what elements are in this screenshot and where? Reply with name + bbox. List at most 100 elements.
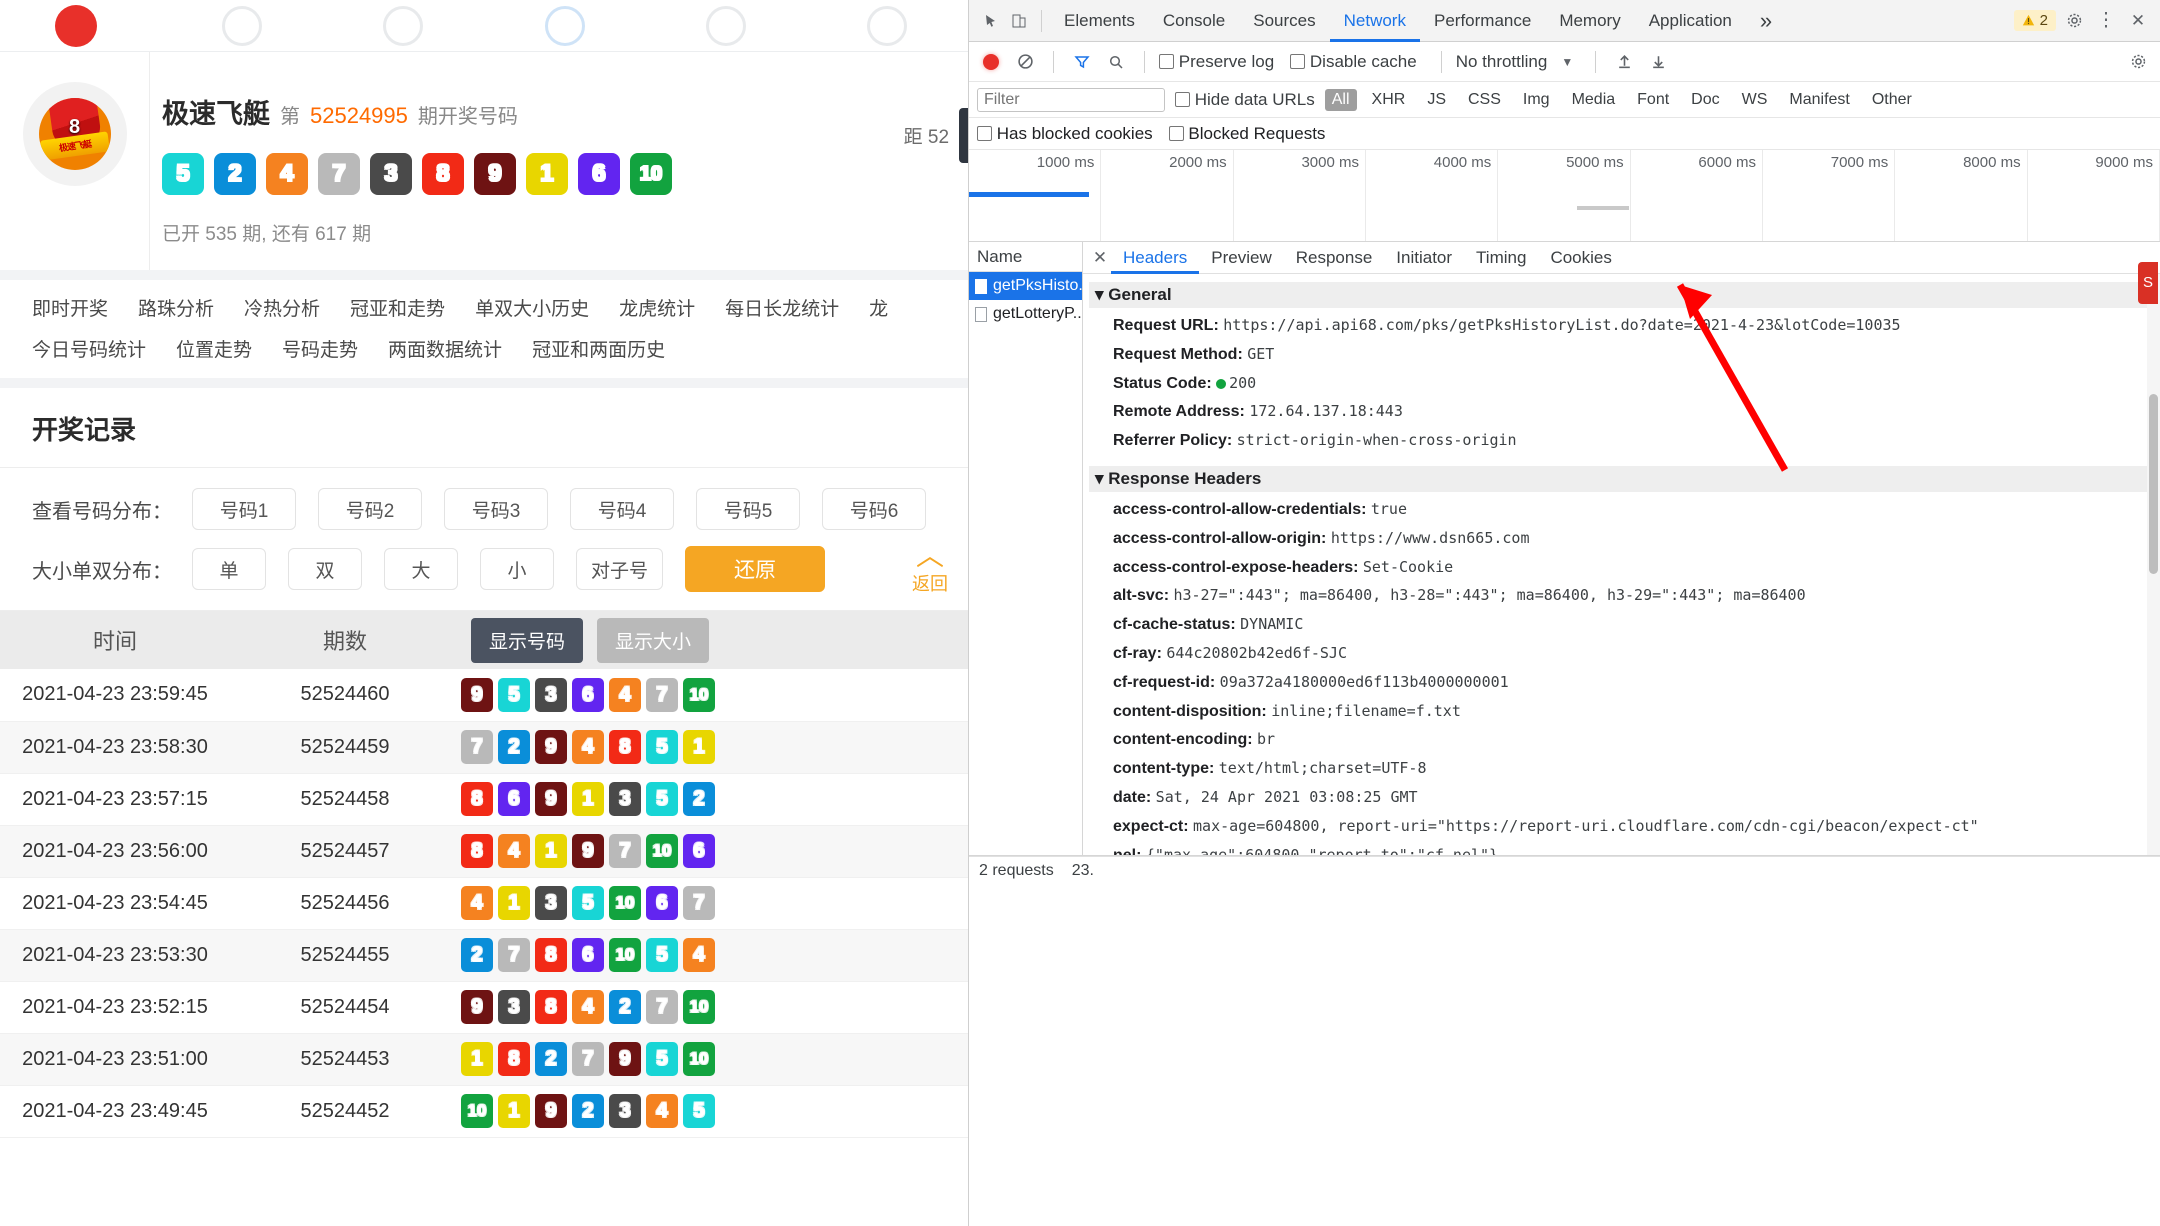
nav-item2-3[interactable]: 号码走势: [282, 335, 358, 362]
devtools-tab-console[interactable]: Console: [1149, 0, 1239, 42]
cell-time: 2021-04-23 23:51:00: [0, 1033, 230, 1086]
type-chip-all[interactable]: All: [1324, 88, 1357, 111]
response-header-item-10: content-type: text/html;charset=UTF-8: [1089, 755, 2160, 784]
countdown-value: 00: [959, 108, 968, 163]
timeline-tick-3: 3000 ms: [1234, 150, 1366, 241]
has-blocked-cookies-checkbox[interactable]: Has blocked cookies: [977, 124, 1153, 144]
type-chip-font[interactable]: Font: [1630, 89, 1676, 111]
gear-icon[interactable]: [2060, 7, 2088, 35]
detail-tab-cookies[interactable]: Cookies: [1538, 242, 1623, 274]
size-filter-5[interactable]: 对子号: [576, 548, 664, 590]
response-headers-group-title[interactable]: ▾ Response Headers: [1089, 465, 2160, 492]
lottery-header-main: 极速飞艇 第 52524995 期开奖号码 5 2 4 7 3 8 9 1 6 10 已开 535…: [150, 52, 968, 270]
restore-button[interactable]: 还原: [685, 546, 826, 592]
number-filter-3[interactable]: 号码3: [444, 488, 548, 530]
detail-tab-preview[interactable]: Preview: [1199, 242, 1283, 274]
number-filter-1[interactable]: 号码1: [192, 488, 296, 530]
nav-item-5[interactable]: 单双大小历史: [475, 294, 589, 321]
request-name: getPksHisto...: [993, 277, 1082, 294]
preserve-log-checkbox[interactable]: Preserve log: [1159, 52, 1274, 72]
chevron-down-icon[interactable]: ▼: [1553, 48, 1581, 76]
blocked-requests-checkbox[interactable]: Blocked Requests: [1168, 124, 1325, 144]
device-toolbar-icon[interactable]: [1005, 7, 1033, 35]
import-har-icon[interactable]: [1610, 48, 1638, 76]
row-balls: 9 3 8 4 2 7 10: [461, 990, 967, 1024]
number-filter-4[interactable]: 号码4: [570, 488, 674, 530]
devtools-tab-sources[interactable]: Sources: [1239, 0, 1329, 42]
type-chip-manifest[interactable]: Manifest: [1782, 89, 1856, 111]
detail-tab-timing[interactable]: Timing: [1464, 242, 1538, 274]
more-tabs-button[interactable]: »: [1746, 0, 1786, 42]
close-icon[interactable]: ✕: [2124, 7, 2152, 35]
header-value: inline;filename=f.txt: [1271, 701, 1461, 720]
type-chip-js[interactable]: JS: [1420, 89, 1453, 111]
filter-input[interactable]: [977, 87, 1165, 112]
detail-tab-initiator[interactable]: Initiator: [1384, 242, 1464, 274]
warning-badge[interactable]: 2: [2013, 10, 2056, 31]
detail-tab-headers[interactable]: Headers: [1111, 242, 1199, 274]
request-row-2[interactable]: getLotteryP...: [969, 300, 1082, 328]
show-size-button[interactable]: 显示大小: [597, 617, 710, 663]
type-chip-other[interactable]: Other: [1865, 89, 1919, 111]
row-ball-7: 10: [683, 990, 715, 1024]
filter-icon[interactable]: [1068, 48, 1096, 76]
type-chip-ws[interactable]: WS: [1735, 89, 1775, 111]
nav-item-7[interactable]: 每日长龙统计: [725, 294, 839, 321]
detail-tab-response[interactable]: Response: [1284, 242, 1385, 274]
detail-tabbar: ✕ Headers Preview Response Initiator Timing C…: [1083, 242, 2160, 274]
number-filter-5[interactable]: 号码5: [696, 488, 800, 530]
devtools-tab-elements[interactable]: Elements: [1050, 0, 1149, 42]
nav-item2-4[interactable]: 两面数据统计: [388, 335, 502, 362]
throttling-select[interactable]: No throttling: [1456, 52, 1548, 72]
header-key: cf-cache-status:: [1113, 616, 1241, 634]
type-chip-img[interactable]: Img: [1516, 89, 1557, 111]
headers-scrollbar-thumb[interactable]: [2149, 394, 2158, 574]
type-chip-css[interactable]: CSS: [1461, 89, 1508, 111]
record-icon[interactable]: [977, 48, 1005, 76]
number-filter-6[interactable]: 号码6: [822, 488, 926, 530]
type-chip-media[interactable]: Media: [1565, 89, 1623, 111]
number-filter-2[interactable]: 号码2: [318, 488, 422, 530]
nav-item-4[interactable]: 冠亚和走势: [350, 294, 445, 321]
export-har-icon[interactable]: [1644, 48, 1672, 76]
size-filter-2[interactable]: 双: [288, 548, 362, 590]
side-panel-tab[interactable]: S: [2138, 262, 2158, 304]
devtools-tab-memory[interactable]: Memory: [1545, 0, 1634, 42]
row-ball-2: 6: [498, 782, 530, 816]
nav-item-1[interactable]: 即时开奖: [32, 294, 108, 321]
network-settings-gear-icon[interactable]: [2124, 48, 2152, 76]
nav-item-3[interactable]: 冷热分析: [244, 294, 320, 321]
nav-item2-2[interactable]: 位置走势: [176, 335, 252, 362]
nav-item2-1[interactable]: 今日号码统计: [32, 335, 146, 362]
size-filter-4[interactable]: 小: [480, 548, 554, 590]
type-chip-xhr[interactable]: XHR: [1365, 89, 1413, 111]
general-group-title[interactable]: ▾ General: [1089, 282, 2160, 308]
disable-cache-checkbox[interactable]: Disable cache: [1290, 52, 1417, 72]
devtools-tab-network[interactable]: Network: [1330, 0, 1420, 42]
cell-time: 2021-04-23 23:54:45: [0, 877, 230, 930]
size-filter-1[interactable]: 单: [192, 548, 266, 590]
detail-close-icon[interactable]: ✕: [1089, 248, 1111, 268]
general-item-1: Request URL: https://api.api68.com/pks/g…: [1089, 312, 2160, 341]
browser-top-strip: [0, 0, 968, 52]
nav-item-8[interactable]: 龙: [869, 294, 888, 321]
devtools-tab-application[interactable]: Application: [1635, 0, 1746, 42]
hide-data-urls-checkbox[interactable]: Hide data URLs: [1175, 90, 1315, 110]
size-filter-3[interactable]: 大: [384, 548, 458, 590]
request-row-1[interactable]: getPksHisto...: [969, 272, 1082, 300]
winning-balls: 5 2 4 7 3 8 9 1 6 10: [162, 153, 968, 195]
type-chip-doc[interactable]: Doc: [1684, 89, 1726, 111]
back-to-top-button[interactable]: ︿ 返回: [912, 542, 948, 596]
row-ball-1: 8: [461, 834, 493, 868]
nav-item-2[interactable]: 路珠分析: [138, 294, 214, 321]
inspect-element-icon[interactable]: [977, 7, 1005, 35]
clear-icon[interactable]: [1011, 48, 1039, 76]
network-timeline[interactable]: 1000 ms 2000 ms 3000 ms 4000 ms 5000 ms 6000 …: [969, 150, 2160, 242]
devtools-tab-performance[interactable]: Performance: [1420, 0, 1545, 42]
search-icon[interactable]: [1102, 48, 1130, 76]
show-numbers-button[interactable]: 显示号码: [471, 617, 584, 663]
kebab-menu-icon[interactable]: ⋮: [2092, 7, 2120, 35]
request-detail: ✕ Headers Preview Response Initiator Timing C…: [1083, 242, 2160, 855]
nav-item2-5[interactable]: 冠亚和两面历史: [532, 335, 665, 362]
nav-item-6[interactable]: 龙虎统计: [619, 294, 695, 321]
